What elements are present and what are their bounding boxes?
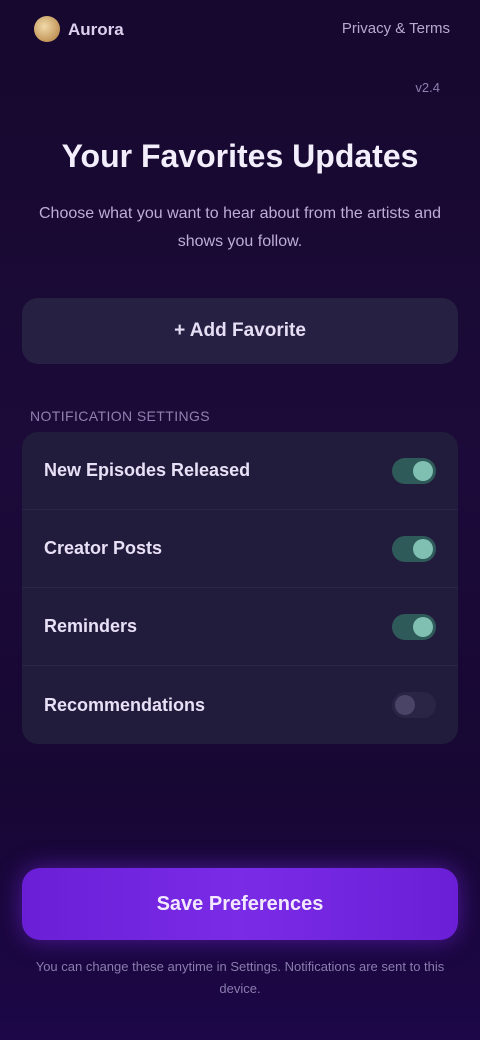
- privacy-terms-link[interactable]: Privacy & Terms: [342, 20, 450, 37]
- page-title: Your Favorites Updates: [61, 138, 419, 174]
- creator-posts-toggle[interactable]: [392, 535, 436, 562]
- save-preferences-button[interactable]: Save Preferences: [22, 868, 458, 940]
- toggle-knob: [395, 695, 415, 715]
- toggle-label: Creator Posts: [44, 538, 163, 558]
- toggle-label: New Episodes Released: [44, 460, 251, 480]
- section-label: NOTIFICATION SETTINGS: [30, 408, 211, 424]
- toggle-knob: [413, 616, 433, 637]
- top-bar: Aurora Privacy & Terms: [0, 0, 480, 60]
- brand-name: Aurora: [68, 20, 124, 39]
- toggle-row-creator-posts[interactable]: Creator Posts: [22, 510, 458, 588]
- toggle-label: Recommendations: [44, 694, 206, 715]
- add-favorite-button[interactable]: + Add Favorite: [22, 298, 458, 364]
- version-label: v2.4: [415, 80, 440, 95]
- toggle-knob: [413, 460, 433, 481]
- new-episodes-toggle[interactable]: [392, 457, 436, 484]
- add-favorite-label: + Add Favorite: [174, 320, 306, 341]
- app-logo-icon: [34, 16, 60, 42]
- toggle-row-new-episodes[interactable]: New Episodes Released: [22, 432, 458, 510]
- toggle-label: Reminders: [44, 616, 138, 636]
- footer-note: You can change these anytime in Settings…: [35, 959, 445, 996]
- page-subtitle: Choose what you want to hear about from …: [38, 205, 441, 250]
- reminders-toggle[interactable]: [392, 613, 436, 640]
- toggle-row-recommendations[interactable]: Recommendations: [22, 666, 458, 744]
- toggle-row-reminders[interactable]: Reminders: [22, 588, 458, 666]
- notification-toggle-list: New Episodes Released Creator Posts Remi…: [22, 432, 458, 744]
- recommendations-toggle[interactable]: [392, 692, 436, 718]
- toggle-knob: [413, 538, 433, 559]
